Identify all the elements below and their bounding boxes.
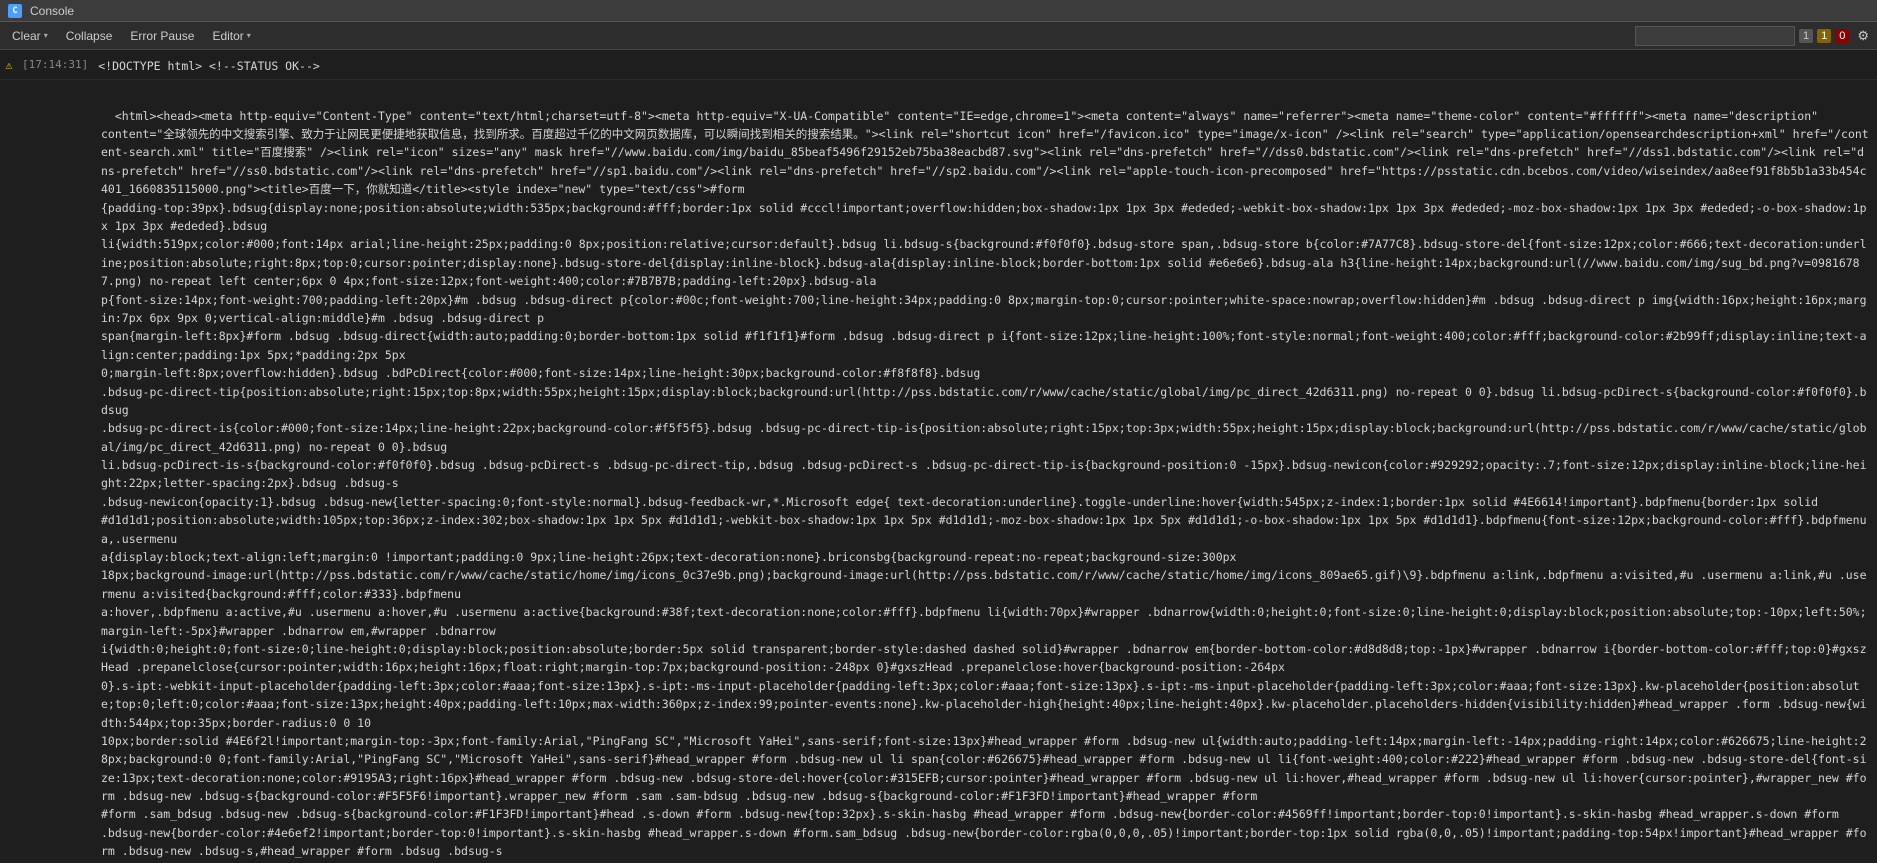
warning-icon: ⚠ <box>5 58 12 72</box>
toolbar: Clear ▾ Collapse Error Pause Editor ▾ 1 … <box>0 22 1877 50</box>
collapse-label: Collapse <box>66 29 113 43</box>
editor-label: Editor <box>212 29 243 43</box>
log-icon-warning: ⚠ <box>0 56 18 72</box>
blank-timestamp <box>18 82 93 86</box>
toolbar-right: 1 1 0 ⚙ <box>1635 26 1873 46</box>
console-output[interactable]: ⚠ [17:14:31] <!DOCTYPE html> <!--STATUS … <box>0 50 1877 863</box>
title-text: Console <box>30 4 74 18</box>
html-content-entry: <html><head><meta http-equiv="Content-Ty… <box>0 80 1877 863</box>
collapse-button[interactable]: Collapse <box>58 25 121 47</box>
clear-label: Clear <box>12 29 41 43</box>
clear-dropdown-arrow: ▾ <box>44 31 48 40</box>
spacer-icon <box>0 82 18 84</box>
editor-button[interactable]: Editor ▾ <box>204 25 258 47</box>
settings-button[interactable]: ⚙ <box>1853 27 1873 44</box>
editor-dropdown-arrow: ▾ <box>247 31 251 40</box>
clear-button[interactable]: Clear ▾ <box>4 25 56 47</box>
badge-1: 1 <box>1799 29 1813 43</box>
error-pause-label: Error Pause <box>130 29 194 43</box>
title-bar: C Console <box>0 0 1877 22</box>
html-content: <html><head><meta http-equiv="Content-Ty… <box>93 82 1877 863</box>
log-entry: ⚠ [17:14:31] <!DOCTYPE html> <!--STATUS … <box>0 54 1877 80</box>
search-input[interactable] <box>1635 26 1795 46</box>
error-pause-button[interactable]: Error Pause <box>122 25 202 47</box>
badge-warning: 1 <box>1817 29 1831 43</box>
log-message: <!DOCTYPE html> <!--STATUS OK--> <box>94 56 1877 77</box>
console-icon: C <box>8 4 22 18</box>
log-timestamp: [17:14:31] <box>18 56 94 73</box>
badge-error: 0 <box>1835 29 1849 43</box>
